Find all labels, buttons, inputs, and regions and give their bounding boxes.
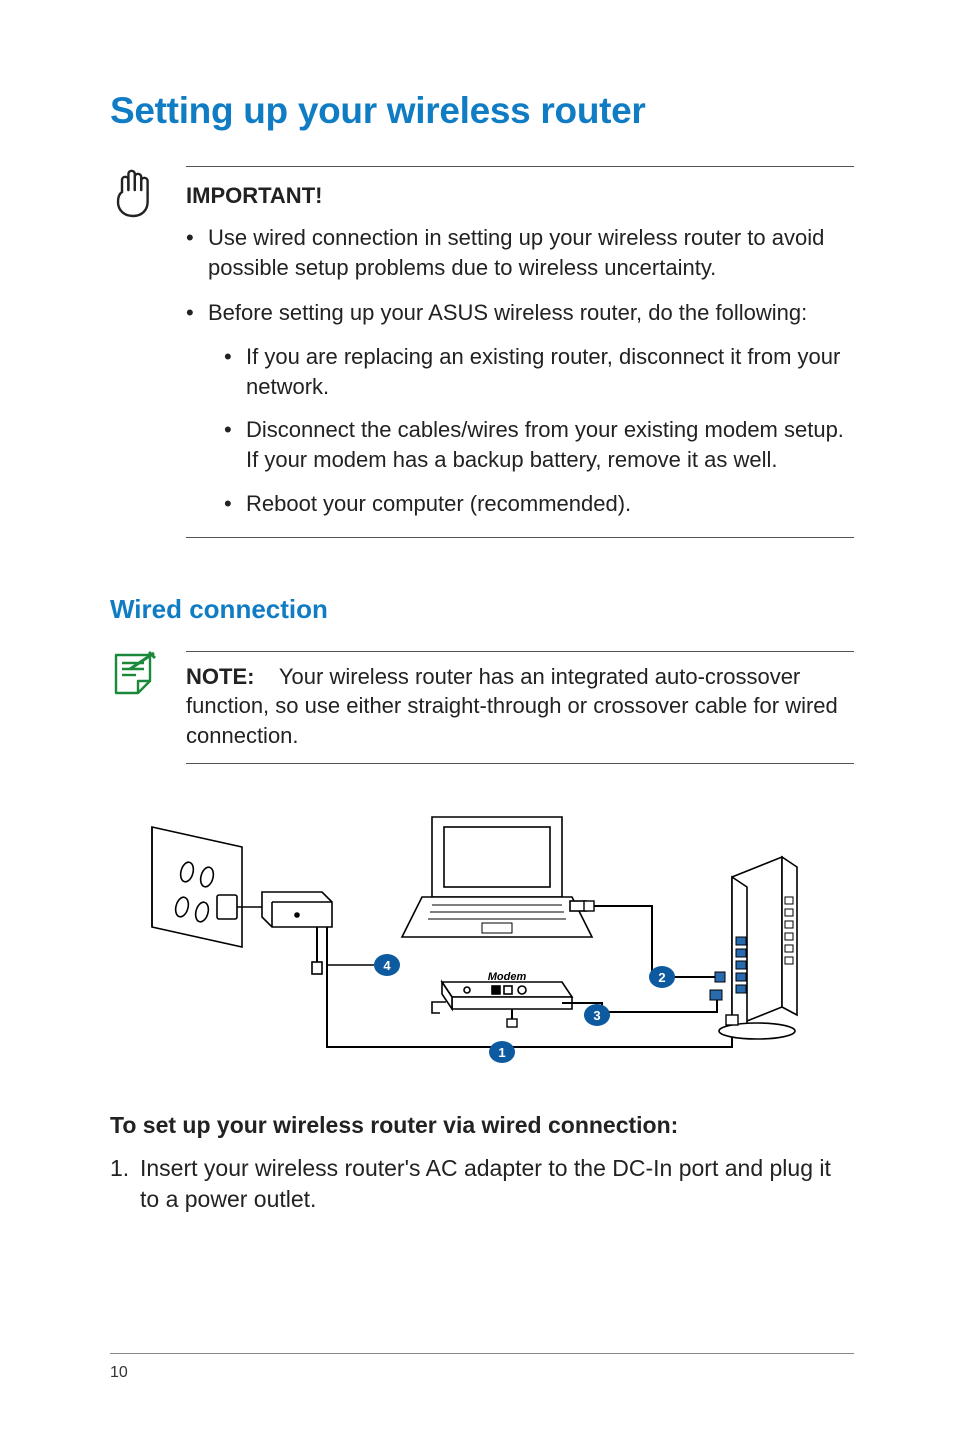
important-body: IMPORTANT! • Use wired connection in set… — [186, 166, 854, 538]
important-item-text: Before setting up your ASUS wireless rou… — [208, 300, 807, 325]
note-label: NOTE: — [186, 664, 254, 689]
wiring-diagram: Modem — [110, 792, 854, 1082]
list-item: • Before setting up your ASUS wireless r… — [186, 298, 854, 518]
important-heading: IMPORTANT! — [186, 183, 854, 209]
important-sub-text: Disconnect the cables/wires from your ex… — [246, 415, 854, 474]
list-item: •Disconnect the cables/wires from your e… — [208, 415, 854, 474]
note-body: NOTE: Your wireless router has an integr… — [186, 651, 854, 764]
list-item: 1. Insert your wireless router's AC adap… — [110, 1153, 854, 1215]
list-item: •Reboot your computer (recommended). — [208, 489, 854, 519]
step-number: 1. — [110, 1153, 140, 1215]
steps-list: 1. Insert your wireless router's AC adap… — [110, 1153, 854, 1215]
diagram-callout-3: 3 — [593, 1008, 600, 1023]
document-page: Setting up your wireless router IMPORTAN… — [0, 0, 954, 1438]
list-item: • Use wired connection in setting up you… — [186, 223, 854, 282]
important-callout: IMPORTANT! • Use wired connection in set… — [110, 166, 854, 538]
list-item: •If you are replacing an existing router… — [208, 342, 854, 401]
steps-heading: To set up your wireless router via wired… — [110, 1112, 854, 1139]
diagram-callout-1: 1 — [498, 1045, 505, 1060]
diagram-callout-2: 2 — [658, 970, 665, 985]
hand-icon — [110, 166, 170, 538]
important-sub-text: Reboot your computer (recommended). — [246, 489, 631, 519]
page-number: 10 — [110, 1364, 128, 1381]
page-footer: 10 — [0, 1353, 954, 1382]
important-item-text: Use wired connection in setting up your … — [208, 223, 854, 282]
section-heading: Wired connection — [110, 594, 854, 625]
note-callout: NOTE: Your wireless router has an integr… — [110, 651, 854, 764]
note-text: Your wireless router has an integrated a… — [186, 664, 838, 748]
step-text: Insert your wireless router's AC adapter… — [140, 1153, 854, 1215]
page-title: Setting up your wireless router — [110, 90, 854, 132]
modem-label: Modem — [488, 971, 527, 983]
important-sub-text: If you are replacing an existing router,… — [246, 342, 854, 401]
diagram-callout-4: 4 — [383, 958, 391, 973]
note-icon — [110, 651, 170, 764]
